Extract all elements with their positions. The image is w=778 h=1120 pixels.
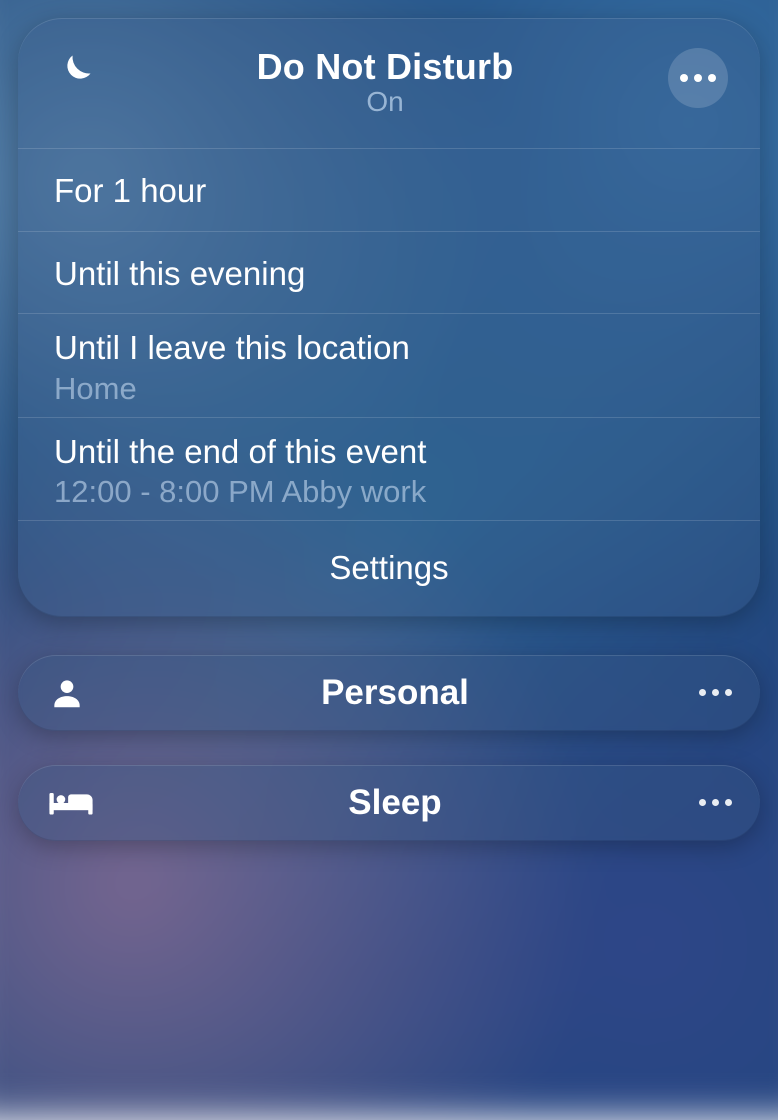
option-label: Until I leave this location [54, 328, 724, 368]
dnd-option-event[interactable]: Until the end of this event 12:00 - 8:00… [18, 417, 760, 520]
settings-label: Settings [329, 549, 448, 586]
more-icon [680, 74, 716, 82]
dnd-header: Do Not Disturb On [18, 18, 760, 130]
dnd-settings-button[interactable]: Settings [18, 520, 760, 617]
dnd-options-list: For 1 hour Until this evening Until I le… [18, 148, 760, 617]
option-sublabel: Home [54, 370, 724, 409]
dnd-option-1hour[interactable]: For 1 hour [18, 148, 760, 231]
option-label: Until the end of this event [54, 432, 724, 472]
focus-personal-more[interactable] [682, 689, 732, 696]
focus-personal[interactable]: Personal [18, 655, 760, 731]
focus-sleep-more[interactable] [682, 799, 732, 806]
focus-label: Sleep [108, 783, 682, 823]
option-label: For 1 hour [54, 171, 724, 211]
more-icon [699, 689, 732, 696]
dnd-title: Do Not Disturb [102, 46, 668, 88]
dnd-status: On [102, 86, 668, 118]
person-icon [48, 674, 108, 712]
dnd-more-button[interactable] [668, 48, 728, 108]
dnd-option-evening[interactable]: Until this evening [18, 231, 760, 314]
dnd-card: Do Not Disturb On For 1 hour Until this … [18, 18, 760, 617]
bed-icon [48, 786, 108, 820]
option-label: Until this evening [54, 254, 724, 294]
option-sublabel: 12:00 - 8:00 PM Abby work [54, 473, 724, 512]
focus-label: Personal [108, 673, 682, 713]
more-icon [699, 799, 732, 806]
focus-mode-list: Personal Sleep [18, 655, 760, 841]
focus-sleep[interactable]: Sleep [18, 765, 760, 841]
dnd-option-location[interactable]: Until I leave this location Home [18, 313, 760, 416]
